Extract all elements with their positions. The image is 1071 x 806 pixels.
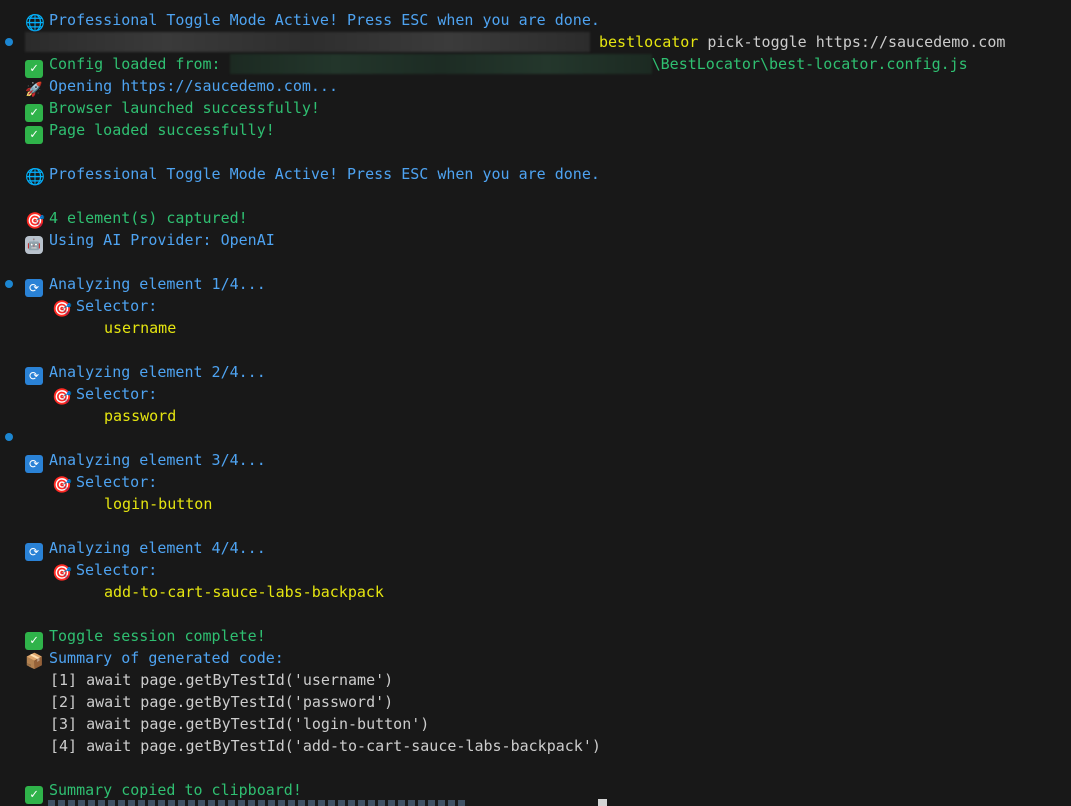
direct-hit-icon: 🎯	[25, 211, 45, 230]
command-name: bestlocator	[599, 33, 699, 51]
globe-icon: 🌐	[25, 13, 45, 32]
terminal-line: ⟳ Analyzing element 1/4...	[25, 273, 266, 297]
check-mark-icon: ✓	[25, 786, 43, 804]
direct-hit-icon: 🎯	[52, 563, 72, 582]
summary-code-line: [3] await page.getByTestId('login-button…	[50, 715, 430, 733]
terminal-output[interactable]: 🌐 Professional Toggle Mode Active! Press …	[0, 0, 1071, 806]
terminal-line: 🎯 Selector:	[52, 561, 158, 582]
terminal-line: ⟳ Analyzing element 3/4...	[25, 449, 266, 473]
terminal-line: 🌐 Professional Toggle Mode Active! Press …	[25, 11, 600, 32]
summary-code-line: [1] await page.getByTestId('username')	[50, 671, 394, 689]
terminal-line: 📦 Summary of generated code:	[25, 649, 284, 670]
terminal-line: ⟳ Analyzing element 2/4...	[25, 361, 266, 385]
command-decoration-dot[interactable]	[5, 38, 13, 46]
terminal-line: ✓ Toggle session complete!	[25, 625, 266, 650]
terminal-line: 🎯 4 element(s) captured!	[25, 209, 248, 230]
terminal-line: 🌐 Professional Toggle Mode Active! Press …	[25, 165, 600, 186]
direct-hit-icon: 🎯	[52, 299, 72, 318]
terminal-line: 🎯 Selector:	[52, 473, 158, 494]
command-decoration-dot[interactable]	[5, 280, 13, 288]
refresh-icon: ⟳	[25, 543, 43, 561]
terminal-line: ✓ Browser launched successfully!	[25, 97, 320, 122]
check-mark-icon: ✓	[25, 126, 43, 144]
terminal-line: ✓ Page loaded successfully!	[25, 119, 275, 144]
terminal-line: ✓ Config loaded from: \BestLocator\best-l…	[25, 53, 968, 78]
selector-value: username	[104, 319, 177, 337]
terminal-line: 🎯 Selector:	[52, 297, 158, 318]
direct-hit-icon: 🎯	[52, 475, 72, 494]
terminal-line: 🤖 Using AI Provider: OpenAI	[25, 229, 275, 254]
selector-value: add-to-cart-sauce-labs-backpack	[104, 583, 384, 601]
package-icon: 📦	[25, 652, 44, 670]
terminal-line: 🚀 Opening https://saucedemo.com...	[25, 77, 338, 98]
redacted-path	[229, 54, 652, 74]
terminal-line: 🎯 Selector:	[52, 385, 158, 406]
redacted-path	[25, 32, 590, 52]
selector-value: login-button	[104, 495, 213, 513]
summary-code-line: [4] await page.getByTestId('add-to-cart-…	[50, 737, 601, 755]
robot-icon: 🤖	[25, 236, 43, 254]
refresh-icon: ⟳	[25, 455, 43, 473]
selector-value: password	[104, 407, 177, 425]
direct-hit-icon: 🎯	[52, 387, 72, 406]
terminal-cursor	[598, 799, 607, 806]
refresh-icon: ⟳	[25, 367, 43, 385]
terminal-line: ⟳ Analyzing element 4/4...	[25, 537, 266, 561]
command-line: bestlocator pick-toggle https://saucedem…	[25, 31, 1005, 53]
globe-icon: 🌐	[25, 167, 45, 186]
summary-code-line: [2] await page.getByTestId('password')	[50, 693, 394, 711]
cut-off-line	[48, 800, 468, 806]
terminal-line: ✓ Summary copied to clipboard!	[25, 779, 302, 804]
command-decoration-dot[interactable]	[5, 433, 13, 441]
refresh-icon: ⟳	[25, 279, 43, 297]
command-args: pick-toggle https://saucedemo.com	[698, 33, 1006, 51]
